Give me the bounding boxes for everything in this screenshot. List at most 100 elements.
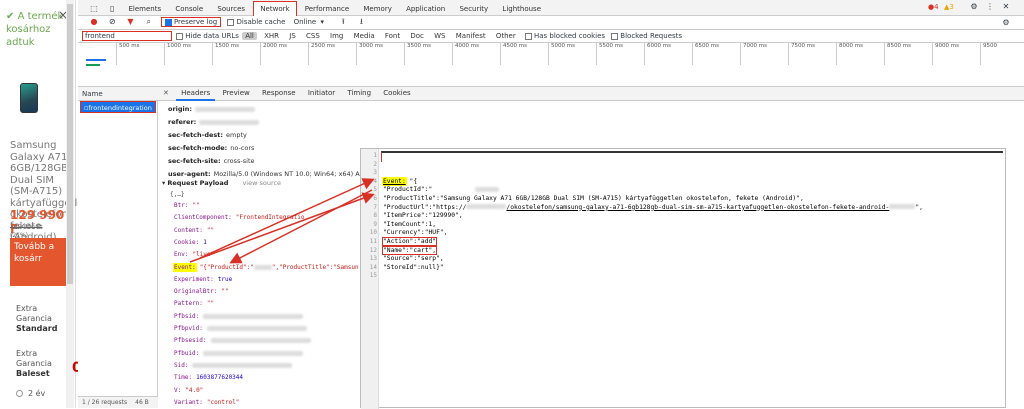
warning-count[interactable]: ▲3 [944, 3, 954, 11]
chevron-down-icon[interactable]: ▾ [320, 18, 324, 26]
line-number: 5 [373, 186, 377, 194]
tab-elements[interactable]: Elements [122, 2, 167, 16]
inspect-icon[interactable]: ⬚ [89, 4, 99, 14]
payload-row[interactable]: Sid: [174, 362, 293, 369]
detail-tabs: ✕ Headers Preview Response Initiator Tim… [158, 87, 1024, 101]
disable-cache-box[interactable] [227, 18, 235, 26]
line-number: 14 [369, 263, 377, 271]
tab-memory[interactable]: Memory [357, 2, 397, 16]
payload-row[interactable]: Pfbsid: [174, 313, 304, 320]
filter-icon[interactable]: ▼ [125, 17, 135, 27]
payload-row[interactable]: ClientComponent: "FrontendIntegratio [174, 214, 304, 221]
tab-application[interactable]: Application [400, 2, 451, 16]
search-icon[interactable]: ⌕ [144, 17, 154, 27]
timeline-tick: 4500 ms [500, 43, 527, 65]
payload-row[interactable]: Experiment: true [174, 276, 232, 283]
settings-gear-icon[interactable]: ⚙ [969, 2, 979, 12]
tab-cookies[interactable]: Cookies [378, 87, 415, 99]
clear-icon[interactable]: ⊘ [107, 17, 117, 27]
hide-data-urls-box[interactable] [176, 32, 184, 40]
has-blocked-cookies-box[interactable] [524, 32, 532, 40]
payload-value [210, 338, 311, 344]
filter-type-ws[interactable]: WS [431, 32, 448, 40]
blocked-requests-checkbox[interactable]: Blocked Requests [611, 32, 682, 40]
name-cart-highlight: "Name":"cart", [381, 245, 438, 255]
payload-row[interactable]: Pfbuid: [174, 350, 304, 357]
timeline-overview[interactable]: 500 ms 1000 ms 1500 ms 2000 ms 2500 ms 3000 m… [78, 43, 1024, 87]
preserve-log-box[interactable] [164, 18, 172, 26]
payload-row[interactable]: Btr: "" [174, 202, 200, 209]
payload-value-continued: ","ProductTitle":"Samsun [271, 263, 359, 271]
payload-row[interactable]: Time: 1603877620344 [174, 374, 243, 381]
request-row[interactable]: ▫frontendintegration [80, 101, 156, 113]
payload-row[interactable]: OriginalBtr: "" [174, 288, 229, 295]
tab-initiator[interactable]: Initiator [303, 87, 340, 99]
product-url-end: ", [915, 203, 923, 211]
tab-network[interactable]: Network [253, 1, 297, 17]
has-blocked-cookies-checkbox[interactable]: Has blocked cookies [524, 32, 605, 40]
payload-row[interactable]: Pfbpvid: [174, 325, 307, 332]
filter-input[interactable]: frontend [82, 31, 172, 41]
filter-type-xhr[interactable]: XHR [261, 32, 282, 40]
tab-security[interactable]: Security [453, 2, 494, 16]
filter-type-other[interactable]: Other [493, 32, 519, 40]
tab-performance[interactable]: Performance [299, 2, 355, 16]
export-har-icon[interactable]: ⭳ [356, 17, 366, 27]
go-to-cart-button[interactable]: Tovább a kosárr [10, 238, 66, 286]
tab-console[interactable]: Console [169, 2, 209, 16]
view-source-link[interactable]: view source [242, 179, 281, 187]
import-har-icon[interactable]: ⭱ [338, 17, 348, 27]
filter-type-font[interactable]: Font [382, 32, 403, 40]
record-icon[interactable]: ● [89, 17, 99, 27]
network-settings-gear-icon[interactable]: ⚙ [1001, 18, 1011, 28]
filter-type-doc[interactable]: Doc [407, 32, 427, 40]
blocked-requests-box[interactable] [611, 32, 619, 40]
shop-scrollbar-thumb[interactable] [67, 4, 73, 284]
filter-type-media[interactable]: Media [351, 32, 378, 40]
close-devtools-icon[interactable]: ✕ [1001, 2, 1011, 12]
payload-row[interactable]: Event: "{"ProductId":" ","ProductTitle":"S… [173, 262, 359, 272]
tab-preview[interactable]: Preview [217, 87, 254, 99]
payload-row[interactable]: V: "4.0" [174, 387, 203, 394]
product-url-path: /okostelefon/samsung-galaxy-a71-6gb128gb… [506, 203, 890, 211]
tab-timing[interactable]: Timing [342, 87, 376, 99]
close-details-icon[interactable]: ✕ [158, 87, 174, 99]
payload-row[interactable]: Env: "live" [174, 251, 214, 258]
event-code-overlay: 1 2 3 4 Event: "{5 "ProductId":" 6 "ProductTitl… [360, 148, 1006, 409]
throttle-select[interactable]: Online [294, 18, 317, 26]
timeline-tick: 8500 ms [884, 43, 911, 65]
filter-type-css[interactable]: CSS [303, 32, 323, 40]
action-add-highlight: "Action":"add" [381, 237, 438, 246]
filter-type-js[interactable]: JS [286, 32, 299, 40]
payload-section-header[interactable]: ▾ Request Payload view source [162, 179, 281, 187]
code-line: "Action":"add" [381, 237, 438, 246]
payload-value: 1 [203, 238, 207, 246]
extra-warranty-standard[interactable]: Extra Garancia Standard [16, 304, 68, 334]
hide-data-urls-checkbox[interactable]: Hide data URLs [176, 32, 239, 40]
device-toolbar-icon[interactable]: ▯ [107, 4, 117, 14]
more-menu-icon[interactable]: ⋮ [985, 2, 995, 12]
payload-row[interactable]: Pattern: "" [174, 300, 214, 307]
payload-row[interactable]: Cookie: 1 [174, 239, 207, 246]
tab-headers[interactable]: Headers [176, 87, 216, 101]
devtools-tabbar: ⬚ ▯ Elements Console Sources Network Per… [78, 0, 1024, 17]
tab-lighthouse[interactable]: Lighthouse [496, 2, 547, 16]
payload-row[interactable]: Pfbsesid: [174, 337, 311, 344]
filter-type-all[interactable]: All [242, 32, 257, 40]
code-line: "ItemCount":1, [383, 220, 437, 228]
payload-row[interactable]: Variant: "control" [174, 399, 239, 406]
payload-row[interactable]: Content: "" [174, 227, 214, 234]
request-summary: 1 / 26 requests 46 B [78, 396, 158, 408]
filter-type-img[interactable]: Img [327, 32, 346, 40]
name-column-header[interactable]: Name [78, 87, 158, 101]
disable-cache-checkbox[interactable]: Disable cache [227, 18, 285, 26]
payload-root[interactable]: {,…} [170, 191, 184, 198]
error-count[interactable]: ●4 [928, 3, 939, 11]
code-line: "ProductUrl":"https:// /okostelefon/samsu… [383, 204, 923, 211]
extra-warranty-accident[interactable]: Extra Garancia Baleset [16, 349, 68, 379]
year-radio[interactable] [16, 390, 23, 397]
tab-sources[interactable]: Sources [211, 2, 251, 16]
preserve-log-checkbox[interactable]: Preserve log [160, 17, 222, 27]
tab-response[interactable]: Response [257, 87, 301, 99]
filter-type-manifest[interactable]: Manifest [453, 32, 489, 40]
